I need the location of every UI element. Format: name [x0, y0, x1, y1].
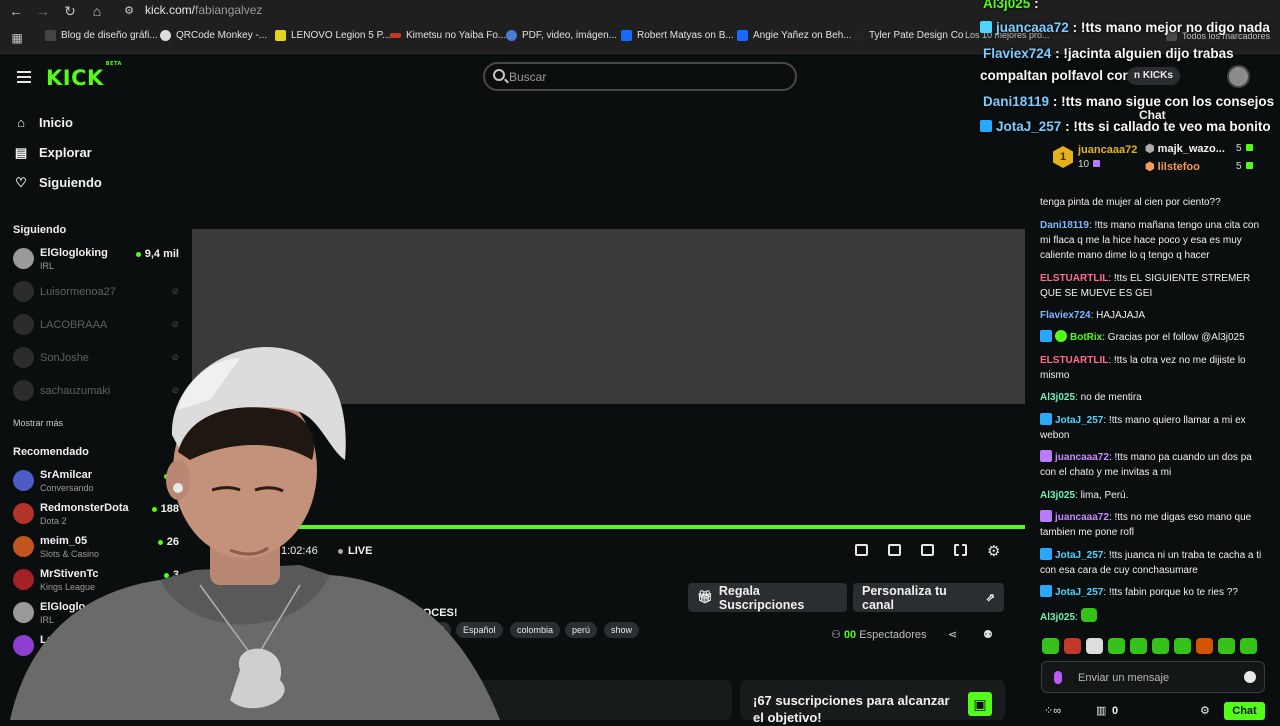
settings-gear-icon[interactable]: ⚙: [987, 542, 1000, 560]
following-channel[interactable]: ElGlogloking IRL 9,4 mil: [13, 245, 179, 273]
overlay-message: Flaviex724 : !jacinta alguien dijo traba…: [983, 46, 1234, 61]
heart-icon: ♡: [15, 174, 27, 190]
bookmark[interactable]: PDF, video, imágen...: [506, 30, 617, 41]
chat-message: ELSTUARTLIL: !tts EL SIGUIENTE STREMER Q…: [1040, 273, 1251, 299]
avatar: [13, 248, 34, 269]
kick-logo[interactable]: KICKBETA: [46, 61, 122, 90]
gift-icon: 🎁︎: [697, 590, 713, 604]
chat-message: Al3j025: no de mentira: [1040, 392, 1142, 403]
clip-icon[interactable]: [921, 544, 934, 556]
emote-icon: [1240, 638, 1257, 654]
chat-message: BotRix: Gracias por el follow @Al3j025: [1040, 330, 1262, 345]
apps-icon[interactable]: ▦: [8, 29, 26, 47]
offline-icon: ⊘: [171, 319, 179, 329]
nav-inicio[interactable]: ⌂ Inicio: [14, 115, 73, 130]
following-channel[interactable]: Luisormenoa27 ⊘: [13, 278, 179, 306]
microphone-icon[interactable]: [1054, 671, 1062, 684]
following-title: Siguiendo: [13, 224, 67, 236]
chat-title: Chat: [1139, 108, 1166, 122]
emote-icon: [1086, 638, 1103, 654]
emote-icon: [1130, 638, 1147, 654]
chat-message: JotaJ_257: !tts mano quiero llamar a mi …: [1040, 413, 1246, 441]
subs-goal-card: ¡67 suscripciones para alcanzar el objet…: [740, 680, 1005, 725]
emote-icon: [1218, 638, 1235, 654]
forward-icon[interactable]: →: [34, 2, 52, 20]
chat-send-button[interactable]: Chat: [1224, 702, 1265, 720]
chat-message: tenga pinta de mujer al cien por ciento?…: [1040, 197, 1221, 208]
avatar: [13, 281, 34, 302]
emote-icon: [1152, 638, 1169, 654]
fullscreen-icon[interactable]: [954, 544, 967, 556]
user-avatar[interactable]: [1227, 65, 1250, 88]
address-bar[interactable]: kick.com/fabiangalvez: [145, 3, 262, 17]
bookmark[interactable]: Kimetsu no Yaiba Fo...: [390, 30, 506, 41]
overlay-message: Dani18119 : !tts mano sigue con los cons…: [983, 94, 1275, 109]
chat-input-box[interactable]: [1041, 661, 1265, 693]
emote-icon: [1196, 638, 1213, 654]
gift-icon[interactable]: ▥: [1096, 704, 1106, 717]
site-info-icon[interactable]: ⚙: [120, 2, 138, 20]
nav-explorar[interactable]: ▤ Explorar: [14, 145, 92, 160]
share-icon[interactable]: ⋖: [948, 628, 957, 641]
chat-input[interactable]: [1078, 669, 1238, 687]
settings-icon[interactable]: ⚙: [1200, 704, 1210, 717]
browse-icon: ▤: [14, 144, 28, 160]
search-icon: [493, 69, 505, 81]
home-icon[interactable]: ⌂: [88, 2, 106, 20]
back-icon[interactable]: ←: [7, 2, 25, 20]
overlay-message: Al3j025 :: [983, 0, 1039, 11]
following-channel[interactable]: LACOBRAAA ⊘: [13, 311, 179, 339]
search-box[interactable]: [483, 62, 797, 91]
gift-subs-button[interactable]: 🎁︎ Regala Suscripciones: [688, 583, 847, 612]
home-icon: ⌂: [17, 114, 25, 130]
gift-leaderboard: 1 juancaaa72 10 ⬢ majk_wazo... 5 ⬢ lilst…: [1050, 142, 1280, 178]
menu-icon[interactable]: [17, 71, 31, 83]
chat-message: Al3j025:: [1040, 608, 1262, 625]
kicks-balance[interactable]: n KICKs: [1127, 67, 1180, 85]
viewers-icon: ⚇: [831, 629, 841, 641]
chat-message: JotaJ_257: !tts juanca ni un traba te ca…: [1040, 548, 1262, 576]
points-icon[interactable]: ⁘∞: [1044, 704, 1061, 717]
bookmark[interactable]: Robert Matyas on B...: [621, 30, 734, 41]
chat-message: Dani18119: !tts mano mañana tengo una ci…: [1040, 220, 1260, 261]
tag[interactable]: show: [604, 622, 640, 638]
search-input[interactable]: [509, 68, 779, 86]
external-link-icon: ⇗: [985, 592, 995, 604]
theater-mode-icon[interactable]: [888, 544, 901, 556]
overlay-message: juancaaa72 : !tts mano mejor no digo nad…: [980, 20, 1270, 35]
bookmark[interactable]: QRCode Monkey -...: [160, 30, 267, 41]
viewer-count: ⚇ 00 Espectadores: [831, 629, 927, 641]
offline-icon: ⊘: [171, 286, 179, 296]
chat-message: juancaaa72: !tts mano pa cuando un dos p…: [1040, 450, 1252, 478]
chat-message: Flaviex724: HAJAJAJA: [1040, 310, 1146, 321]
bookmark[interactable]: Angie Yañez on Beh...: [737, 30, 852, 41]
mini-player-icon[interactable]: [855, 544, 868, 556]
gift-icon[interactable]: ▣: [968, 692, 992, 716]
emote-icon: [1064, 638, 1081, 654]
emote-icon: [1108, 638, 1125, 654]
emote-icon: [1042, 638, 1059, 654]
chat-message: ELSTUARTLIL: !tts la otra vez no me diji…: [1040, 355, 1246, 381]
reload-icon[interactable]: ↻: [61, 2, 79, 20]
rank-badge: 1: [1053, 146, 1073, 168]
emote-icon: [1174, 638, 1191, 654]
bookmark[interactable]: LENOVO Legion 5 P...: [275, 30, 390, 41]
emote-quick-row[interactable]: [1042, 638, 1262, 656]
overlay-message: JotaJ_257 : !tts si callado te veo ma bo…: [980, 119, 1271, 134]
nav-siguiendo[interactable]: ♡ Siguiendo: [14, 175, 102, 190]
follow-user-icon[interactable]: ⚉: [983, 628, 993, 641]
emoji-icon[interactable]: [1244, 671, 1256, 683]
customize-channel-button[interactable]: Personaliza tu canal ⇗: [853, 583, 1004, 612]
streamer-webcam: [10, 346, 500, 720]
avatar: [13, 314, 34, 335]
chat-message: Al3j025: lima, Perú.: [1040, 490, 1129, 501]
chat-message: juancaaa72: !tts no me digas eso mano qu…: [1040, 510, 1252, 538]
site-header: KICKBETA: [0, 54, 1025, 100]
tag[interactable]: perú: [565, 622, 598, 638]
bookmark[interactable]: Blog de diseño gráfi...: [45, 30, 158, 41]
chat-message: JotaJ_257: !tts fabin porque ko te ries …: [1040, 585, 1262, 600]
bookmark[interactable]: Tyler Pate Design Co: [853, 30, 964, 41]
